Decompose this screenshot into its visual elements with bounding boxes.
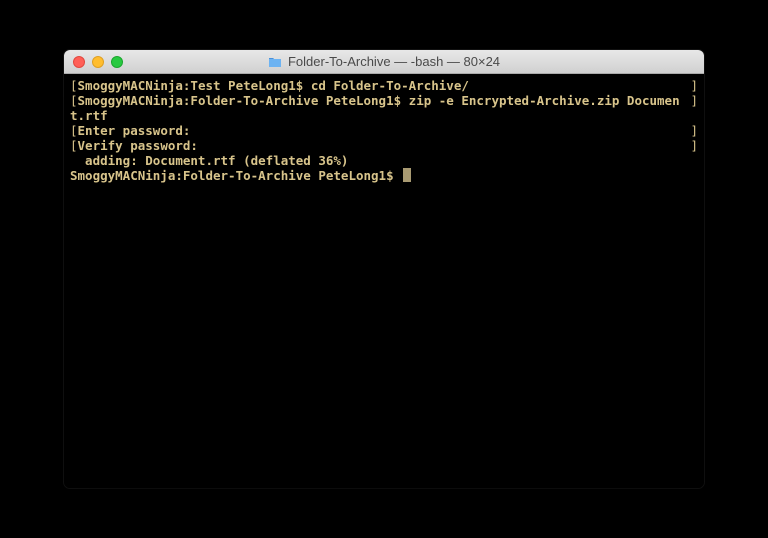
output-text: Enter password:	[78, 123, 191, 138]
close-button[interactable]	[73, 56, 85, 68]
left-bracket: [	[70, 93, 78, 108]
terminal-line: [Enter password:]	[70, 123, 698, 138]
left-bracket: [	[70, 78, 78, 93]
output-text: Verify password:	[78, 138, 198, 153]
titlebar[interactable]: Folder-To-Archive — -bash — 80×24	[64, 50, 704, 74]
prompt: SmoggyMACNinja:Folder-To-Archive PeteLon…	[78, 93, 409, 108]
left-bracket: [	[70, 138, 78, 153]
terminal-line: adding: Document.rtf (deflated 36%)	[70, 153, 698, 168]
minimize-button[interactable]	[92, 56, 104, 68]
right-bracket: ]	[690, 138, 698, 153]
terminal-body[interactable]: [SmoggyMACNinja:Test PeteLong1$ cd Folde…	[64, 74, 704, 488]
right-bracket: ]	[690, 93, 698, 108]
command-text: t.rtf	[70, 108, 108, 123]
terminal-line: [Verify password:]	[70, 138, 698, 153]
right-bracket: ]	[690, 123, 698, 138]
left-bracket: [	[70, 123, 78, 138]
terminal-line: [SmoggyMACNinja:Folder-To-Archive PeteLo…	[70, 93, 698, 108]
maximize-button[interactable]	[111, 56, 123, 68]
window-controls	[64, 56, 123, 68]
prompt: SmoggyMACNinja:Folder-To-Archive PeteLon…	[70, 168, 401, 183]
window-title: Folder-To-Archive — -bash — 80×24	[288, 54, 500, 69]
command-text: zip -e Encrypted-Archive.zip Documen	[409, 93, 680, 108]
window-title-wrap: Folder-To-Archive — -bash — 80×24	[64, 54, 704, 69]
terminal-line: SmoggyMACNinja:Folder-To-Archive PeteLon…	[70, 168, 698, 183]
terminal-line: [SmoggyMACNinja:Test PeteLong1$ cd Folde…	[70, 78, 698, 93]
command-text: cd Folder-To-Archive/	[311, 78, 469, 93]
right-bracket: ]	[690, 78, 698, 93]
output-text: adding: Document.rtf (deflated 36%)	[70, 153, 348, 168]
cursor	[403, 168, 411, 182]
terminal-line: t.rtf	[70, 108, 698, 123]
terminal-window: Folder-To-Archive — -bash — 80×24 [Smogg…	[64, 50, 704, 488]
prompt: SmoggyMACNinja:Test PeteLong1$	[78, 78, 311, 93]
folder-icon	[268, 56, 282, 68]
